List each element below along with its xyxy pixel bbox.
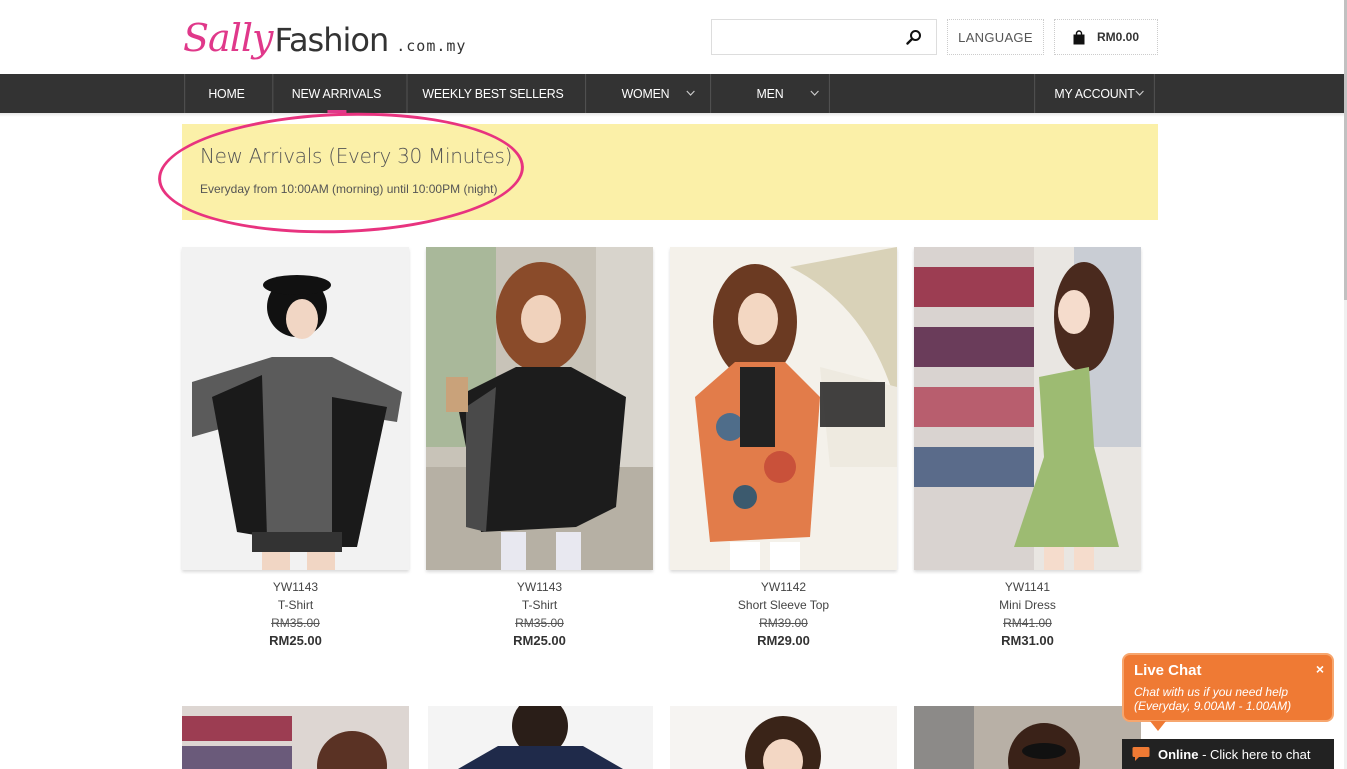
live-chat-message-line2: (Everyday, 9.00AM - 1.00AM)	[1134, 699, 1292, 713]
site-header: Sally Fashion .com.my LANGUAGE RM0.00	[0, 0, 1347, 74]
live-chat-bubble[interactable]: Live Chat × Chat with us if you need hel…	[1122, 653, 1334, 722]
product-card[interactable]: YW1142 Short Sleeve Top RM39.00 RM29.00	[670, 247, 897, 650]
product-old-price: RM35.00	[271, 616, 320, 630]
chevron-down-icon	[686, 90, 695, 96]
search-box	[711, 19, 937, 55]
product-name[interactable]: Mini Dress	[914, 596, 1141, 614]
live-chat-message: Chat with us if you need help (Everyday,…	[1134, 685, 1291, 713]
product-card[interactable]: YW1141 Mini Dress RM41.00 RM31.00	[914, 247, 1141, 650]
language-button[interactable]: LANGUAGE	[947, 19, 1044, 55]
chat-action: - Click here to chat	[1202, 746, 1311, 762]
product-name[interactable]: T-Shirt	[426, 596, 653, 614]
nav-new-arrivals-label: NEW ARRIVALS	[291, 86, 382, 101]
product-price: RM25.00	[513, 633, 566, 648]
product-image[interactable]	[914, 247, 1141, 570]
product-code: YW1143	[516, 580, 563, 594]
product-card[interactable]: YW1143 T-Shirt RM35.00 RM25.00	[426, 247, 653, 650]
nav-shadow	[0, 113, 1344, 117]
product-image[interactable]	[670, 247, 897, 570]
product-price: RM31.00	[1001, 633, 1054, 648]
cart-total: RM0.00	[1096, 30, 1140, 44]
speech-bubble-icon	[1132, 747, 1150, 761]
nav-women-label: WOMEN	[621, 86, 670, 101]
shopping-bag-icon	[1073, 29, 1085, 44]
logo-sally: Sally	[183, 16, 273, 60]
main-nav: HOME NEW ARRIVALS WEEKLY BEST SELLERS WO…	[0, 74, 1344, 113]
close-icon[interactable]: ×	[1316, 661, 1324, 677]
product-image[interactable]	[182, 247, 409, 570]
product-old-price: RM41.00	[1003, 616, 1052, 630]
product-price: RM25.00	[269, 633, 322, 648]
chat-status: Online	[1158, 746, 1199, 762]
product-code: YW1143	[272, 580, 319, 594]
product-image[interactable]	[914, 706, 1141, 769]
search-icon[interactable]	[906, 29, 922, 45]
product-code: YW1142	[760, 580, 807, 594]
cart-button[interactable]: RM0.00	[1054, 19, 1158, 55]
nav-men-label: MEN	[756, 86, 784, 101]
product-code: YW1141	[1004, 580, 1051, 594]
live-chat-title: Live Chat	[1134, 662, 1202, 679]
product-name[interactable]: T-Shirt	[182, 596, 409, 614]
product-image[interactable]	[670, 706, 897, 769]
nav-men[interactable]: MEN	[710, 74, 830, 113]
product-name[interactable]: Short Sleeve Top	[670, 596, 897, 614]
nav-weekly-best-sellers-label: WEEKLY BEST SELLERS	[422, 86, 564, 101]
search-input[interactable]	[712, 20, 902, 54]
product-image[interactable]	[182, 706, 409, 769]
nav-new-arrivals[interactable]: NEW ARRIVALS	[272, 74, 399, 113]
product-old-price: RM35.00	[515, 616, 564, 630]
product-image[interactable]	[426, 247, 653, 570]
product-card[interactable]: YW1143 T-Shirt RM35.00 RM25.00	[182, 247, 409, 650]
logo-fashion: Fashion	[274, 21, 389, 59]
product-image[interactable]	[428, 706, 653, 769]
live-chat-bar[interactable]: Online - Click here to chat	[1122, 739, 1334, 769]
logo-domain: .com.my	[396, 37, 467, 55]
product-old-price: RM39.00	[759, 616, 808, 630]
nav-my-account-label: MY ACCOUNT	[1054, 86, 1135, 101]
product-price: RM29.00	[757, 633, 810, 648]
chat-bubble-tail	[1150, 721, 1166, 731]
nav-home-label: HOME	[208, 86, 245, 101]
nav-women[interactable]: WOMEN	[585, 74, 705, 113]
nav-home[interactable]: HOME	[184, 74, 268, 113]
nav-weekly-best-sellers[interactable]: WEEKLY BEST SELLERS	[406, 74, 579, 113]
site-logo[interactable]: Sally Fashion .com.my	[183, 16, 466, 60]
nav-my-account[interactable]: MY ACCOUNT	[1034, 74, 1155, 113]
chevron-down-icon	[1135, 90, 1144, 96]
chevron-down-icon	[810, 90, 819, 96]
live-chat-message-line1: Chat with us if you need help	[1134, 685, 1289, 699]
